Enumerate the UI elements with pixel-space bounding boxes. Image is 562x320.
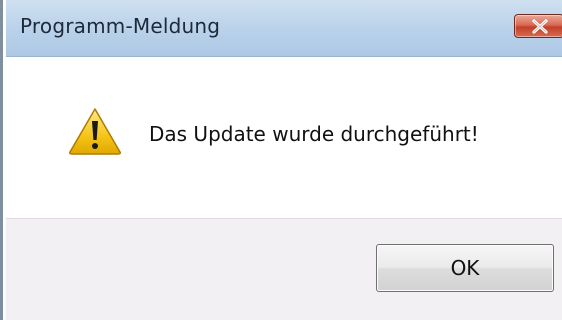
close-button[interactable] xyxy=(514,14,562,38)
close-icon xyxy=(532,19,548,34)
dialog-footer: OK xyxy=(6,218,562,320)
warning-icon xyxy=(69,108,121,155)
ok-button[interactable]: OK xyxy=(376,244,554,292)
message-dialog: Programm-Meldung Das Update wurde durchg… xyxy=(0,0,562,320)
dialog-content: Das Update wurde durchgeführt! xyxy=(6,57,562,218)
dialog-title: Programm-Meldung xyxy=(20,14,221,38)
title-bar[interactable]: Programm-Meldung xyxy=(6,0,562,57)
dialog-message: Das Update wurde durchgeführt! xyxy=(149,122,479,146)
